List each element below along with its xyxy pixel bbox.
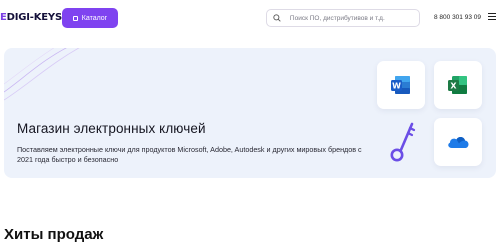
section-title-hits: Хиты продаж (4, 226, 104, 243)
logo-mark: E (0, 12, 7, 23)
hero-title: Магазин электронных ключей (17, 121, 206, 136)
onedrive-icon (448, 136, 469, 148)
excel-tile[interactable]: X (434, 61, 482, 109)
catalog-label: Каталог (81, 14, 108, 22)
search-icon (273, 14, 287, 22)
logo-text: DIGI-KEYS (6, 12, 63, 23)
catalog-button[interactable]: Каталог (62, 8, 118, 28)
search-input[interactable] (286, 14, 419, 22)
word-icon: W (391, 76, 410, 94)
phone-number[interactable]: 8 800 301 93 09 (434, 14, 481, 21)
onedrive-tile[interactable] (434, 118, 482, 166)
site-header: EDIGI-KEYS Каталог 8 800 301 93 09 (0, 0, 500, 36)
excel-icon: X (448, 76, 467, 94)
menu-icon[interactable] (488, 13, 496, 22)
excel-letter: X (450, 82, 457, 91)
hero-description: Поставляем электронные ключи для продукт… (17, 145, 362, 164)
word-tile[interactable]: W (377, 61, 425, 109)
hero-banner: W X Магазин электронных ключей Поставляе… (4, 48, 496, 178)
hero-decoration (4, 48, 80, 101)
word-letter: W (392, 82, 401, 91)
catalog-icon (72, 15, 78, 21)
logo[interactable]: EDIGI-KEYS (0, 12, 62, 23)
search-box[interactable] (266, 9, 420, 27)
key-icon (390, 122, 416, 162)
